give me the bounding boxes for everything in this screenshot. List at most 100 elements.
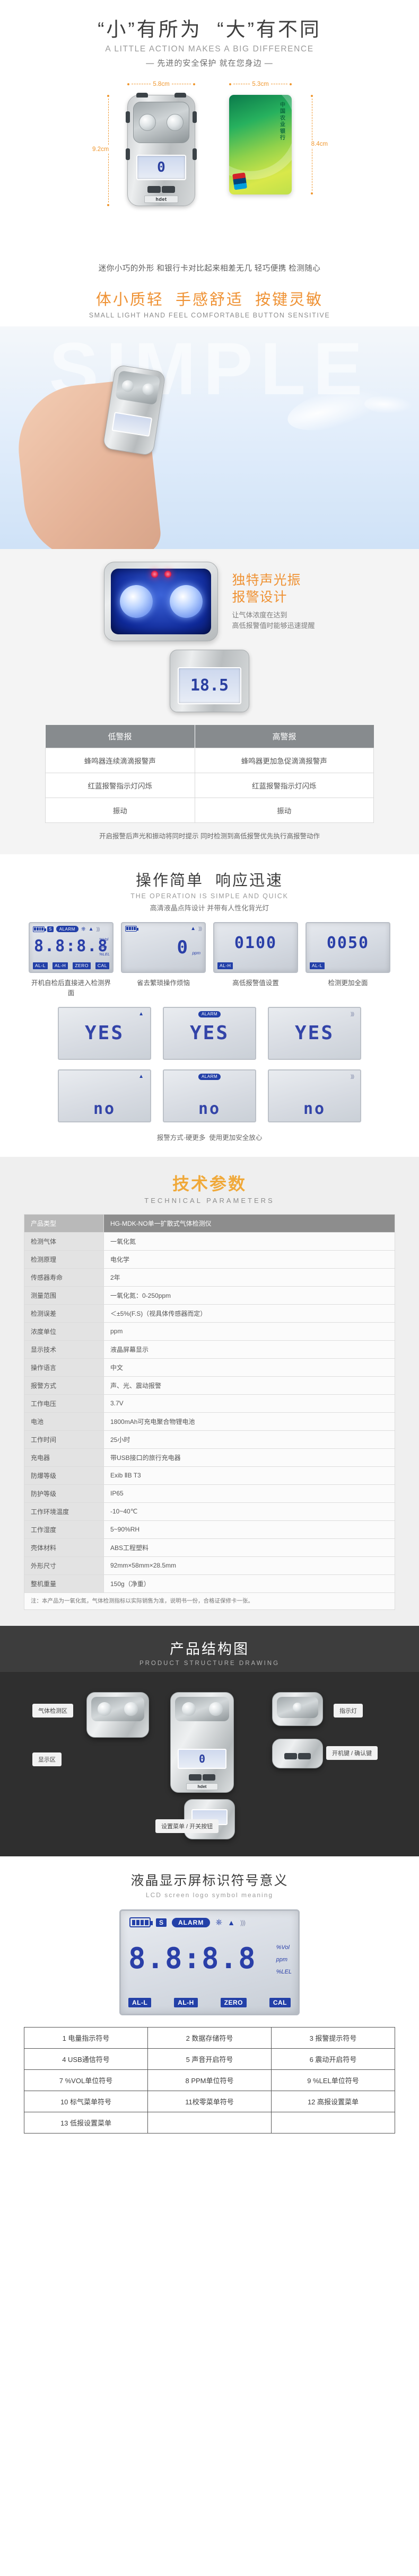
tech-param-value: IP65	[103, 1484, 395, 1503]
device-buttons[interactable]	[147, 185, 175, 193]
structure-power-button-left[interactable]	[284, 1753, 297, 1760]
structure-label: 指示灯	[334, 1704, 363, 1718]
structure-label: 显示区	[32, 1752, 62, 1767]
tech-param-key: 传感器寿命	[24, 1268, 104, 1287]
tag-al-h: AL-H	[52, 962, 68, 969]
storage-badge: S	[47, 926, 54, 932]
alarm-design-text: 独特声光振 报警设计 让气体浓度在达到 高低报警值时能够迅速提醒	[232, 572, 315, 631]
unit-ppm: ppm	[276, 1956, 288, 1963]
table-row: 检测误差 ＜±5%(F.S)（视具体传感器而定）	[24, 1304, 395, 1323]
structure-main-buttons[interactable]	[189, 1774, 215, 1781]
table-row: 工作时间 25小时	[24, 1430, 395, 1449]
lcd-diagram-topbar: S ALARM ⎈ ▲ )))	[129, 1917, 290, 1928]
held-dome-right	[141, 382, 155, 396]
product-detail-page: “小”有所为 “大”有不同 A LITTLE ACTION MAKES A BI…	[0, 0, 419, 2158]
legend-cell: 4 USB通信符号	[24, 2048, 148, 2070]
tech-param-key: 测量范围	[24, 1286, 104, 1305]
table-row: 操作语言 中文	[24, 1358, 395, 1377]
card-width-dimension: 5.3cm	[229, 81, 292, 87]
device-button-right[interactable]	[162, 185, 175, 193]
alarm-light-window	[111, 568, 212, 634]
list-item: 13 低报设置菜单	[24, 2112, 395, 2134]
legend-cell: 13 低报设置菜单	[24, 2112, 148, 2134]
legend-cell	[271, 2112, 395, 2134]
structure-indicator-dome	[293, 1703, 302, 1713]
battery-icon	[129, 1917, 153, 1928]
legend-cell: 9 %LEL单位符号	[271, 2069, 395, 2092]
top-nub-left	[136, 92, 148, 98]
structure-button-left[interactable]	[189, 1774, 202, 1781]
table-row: 防爆等级 Exib ⅡB T3	[24, 1466, 395, 1485]
bank-card: 中国农业银行	[229, 94, 292, 194]
alarm-footnote: 开启报警后声光和振动将同时提示 同时检测到高低报警优先执行高报警动作	[99, 832, 320, 840]
alarm-cell-high-light: 红蓝报警指示灯闪烁	[194, 772, 374, 798]
alarm-cell-high-sound: 蜂鸣器更加急促滴滴报警声	[194, 747, 374, 773]
alarm-header-high: 高警报	[195, 724, 374, 748]
alarm-title-line2: 报警设计	[232, 589, 287, 605]
product-structure-section: 产品结构图 PRODUCT STRUCTURE DRAWING	[0, 1626, 419, 1672]
alarm-sub-line1: 让气体浓度在达到	[232, 610, 287, 619]
tech-param-key: 检测原理	[24, 1250, 104, 1269]
no-panel-alarm: ALARM no	[163, 1069, 256, 1122]
tech-param-key: 电池	[24, 1412, 104, 1431]
structure-power-buttons[interactable]	[284, 1753, 311, 1760]
structure-indicator-window	[277, 1697, 318, 1719]
lcd-units-column: %Vol ppm %LEL	[99, 936, 110, 959]
table-row: 充电器 带USB接口的旅行充电器	[24, 1448, 395, 1467]
table-row: 测量范围 一氧化氮：0-250ppm	[24, 1286, 395, 1305]
tech-param-value: 3.7V	[103, 1394, 395, 1413]
unit-lel: %LEL	[99, 952, 110, 957]
unit-vol: %Vol	[276, 1944, 290, 1951]
structure-main-dome-left	[181, 1702, 196, 1716]
dim-dot-bottom	[107, 203, 109, 206]
dim-dot-right	[193, 83, 196, 85]
alarm-device-illustration	[104, 561, 219, 641]
battery-icon	[33, 926, 46, 932]
tag-al-l: AL-L	[33, 962, 48, 969]
bottom-spacer	[0, 2134, 419, 2147]
legend-cell: 10 标气菜单符号	[24, 2091, 148, 2113]
structure-diagram-stage: 0 hdet 气体检测区 显示区 指示灯 开机键 / 确认键 设置菜单 / 开关…	[24, 1683, 395, 1842]
tech-param-value: 2年	[103, 1268, 395, 1287]
structure-brand-plate: hdet	[186, 1783, 218, 1791]
lcd-panel-low-alarm: 0050 AL-L	[305, 922, 390, 973]
tech-param-value: 电化学	[103, 1250, 395, 1269]
tech-param-value: 带USB接口的旅行充电器	[103, 1448, 395, 1467]
alarm-badge: ALARM	[56, 926, 78, 933]
lcd-caption-reading: 省去繁琐操作烦恼	[136, 979, 190, 987]
lcd-screens-row: S ALARM ⎈ ▲ ))) 8.8:8.8 %Vol ppm %LEL AL…	[0, 922, 419, 997]
alarm-cell-low-vibration: 振动	[45, 797, 195, 823]
bank-card-name: 中国农业银行	[280, 102, 285, 141]
table-row: 检测气体 一氧化氮	[24, 1232, 395, 1251]
structure-button-right[interactable]	[203, 1774, 215, 1781]
tech-param-key: 操作语言	[24, 1358, 104, 1377]
held-lcd-screen	[111, 411, 153, 437]
red-led-2	[164, 570, 171, 578]
table-row: 检测原理 电化学	[24, 1250, 395, 1269]
tech-param-value: HG-MDK-NO单一扩散式气体检测仪	[103, 1214, 395, 1233]
side-nub-left-1	[126, 111, 130, 123]
brand-logo: hdet	[144, 195, 178, 203]
tech-param-value: 一氧化氮：0-250ppm	[103, 1286, 395, 1305]
table-row: 报警方式 声、光、震动报警	[24, 1376, 395, 1395]
card-dim-dot-right	[290, 83, 292, 85]
lcd-symbol-meaning-section: 液晶显示屏标识符号意义 LCD screen logo symbol meani…	[0, 1856, 419, 2158]
yes-screens-row: ▲ YES ALARM YES ))) YES	[0, 1006, 419, 1060]
hero-subtitle-cn: — 先进的安全保护 就在您身边 —	[146, 58, 273, 68]
size-comparison-section: 5.8cm 9.2cm 0 hdet 5.3cm 8.4cm 中国农业银行	[0, 81, 419, 256]
alarm-reading-device: 18.5	[170, 649, 249, 712]
structure-sensor-window	[91, 1697, 144, 1722]
lcd-symbol-diagram: S ALARM ⎈ ▲ ))) 8.8:8.8 %Vol ppm %LEL AL…	[119, 1909, 300, 2016]
tech-param-key: 壳体材料	[24, 1538, 104, 1557]
structure-power-button-right[interactable]	[298, 1753, 311, 1760]
tech-param-value: ABS工程塑料	[103, 1538, 395, 1557]
tech-param-value: 中文	[103, 1358, 395, 1377]
structure-main-lcd: 0	[178, 1749, 226, 1769]
legend-cell: 12 高报设置菜单	[271, 2091, 395, 2113]
technical-title-cn: 技术参数	[172, 1174, 247, 1193]
tech-param-key: 显示技术	[24, 1340, 104, 1359]
device-lcd-value: 0	[157, 159, 165, 175]
lcd-cell-reading: ▲ ))) 0 ppm 省去繁琐操作烦恼	[121, 922, 206, 997]
lcd-diagram-units: %Vol ppm %LEL	[276, 1942, 292, 1978]
device-button-left[interactable]	[147, 185, 161, 193]
